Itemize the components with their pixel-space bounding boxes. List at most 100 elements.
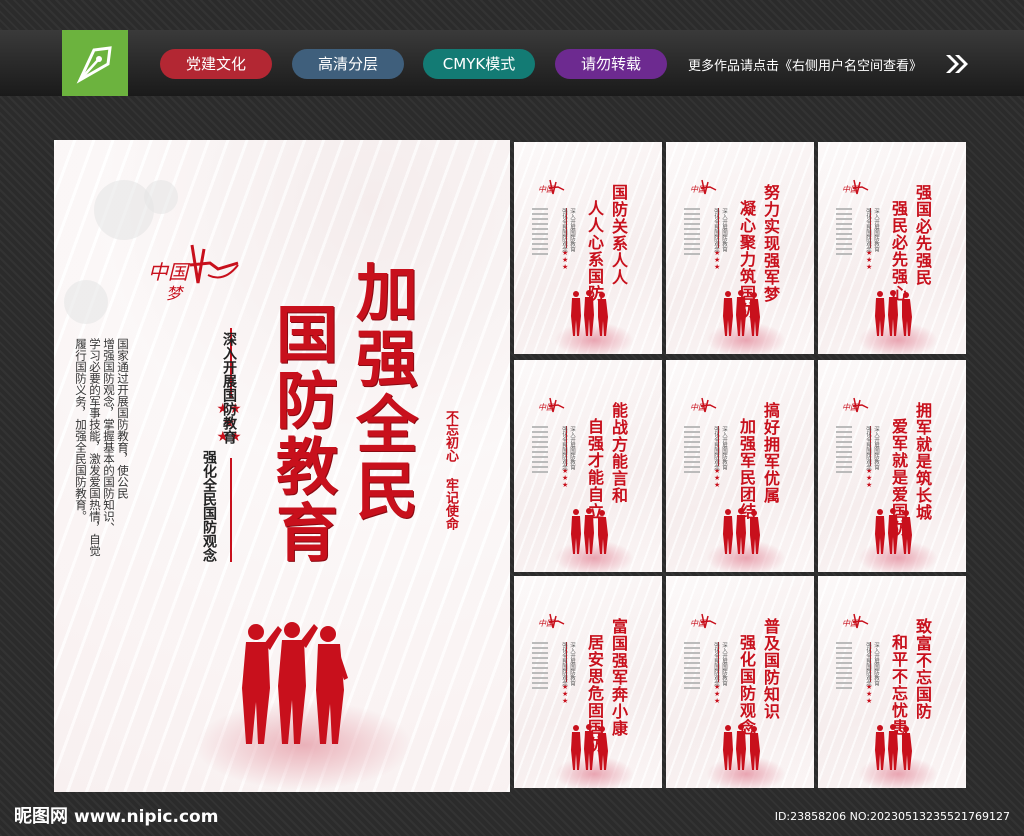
slogan-never-forget: 不忘初心: [443, 410, 458, 462]
saluting-soldiers-icon: [872, 722, 916, 776]
bokeh-circle: [144, 180, 178, 214]
star-decoration: ★ ★ ★: [562, 467, 569, 489]
body-text-lines: [532, 208, 548, 258]
intro-line: 履行国防义务，加强全民国防教育。: [74, 338, 88, 522]
body-text-lines: [836, 426, 852, 476]
china-dream-logo: 中国 梦: [146, 235, 242, 305]
mini-poster-title-line1: 致富不忘国防: [913, 618, 932, 720]
saluting-soldiers-icon: [568, 506, 612, 560]
intro-line: 国家通过开展国防教育，使公民: [116, 338, 130, 499]
mini-poster-title-line2: 强化国防观念: [737, 634, 756, 736]
mini-poster-subtitle: 强化全民国防观念: [713, 208, 719, 252]
pen-nib-icon[interactable]: [62, 30, 128, 96]
star-decoration: ★ ★ ★: [866, 249, 873, 271]
star-decoration: ★ ★ ★: [714, 683, 721, 705]
mini-poster-subtitle: 强化全民国防观念: [865, 642, 871, 686]
tag-cmyk-mode[interactable]: CMYK模式: [423, 49, 535, 79]
main-title-line2: 国防教育: [265, 302, 338, 566]
mini-poster-subtitle: 深入开展国防教育: [721, 208, 727, 252]
mini-poster-title-line1: 能战方能言和: [609, 402, 628, 504]
china-dream-logo: 中国: [842, 178, 870, 204]
mini-poster-subtitle: 强化全民国防观念: [561, 642, 567, 686]
mini-poster-title-line2: 和平不忘忧患: [889, 634, 908, 736]
body-text-lines: [684, 426, 700, 476]
mini-poster-subtitle: 强化全民国防观念: [561, 208, 567, 252]
china-dream-logo: 中国: [538, 396, 566, 422]
china-dream-logo: 中国: [690, 396, 718, 422]
mini-poster-title-line1: 努力实现强军梦: [761, 184, 780, 303]
saluting-soldiers-icon: [568, 722, 612, 776]
main-poster: 中国 梦 加强全民 国防教育 ★★ ★ ★★ 深入开展国防教育 强化全民国防观念 国…: [54, 140, 510, 792]
mini-poster: 中国 能战方能言和 自强才能自立 ★ ★ ★ 深入开展国防教育 强化全民国防观念: [514, 360, 662, 572]
mini-poster-subtitle: 强化全民国防观念: [865, 208, 871, 252]
china-dream-logo: 中国: [538, 612, 566, 638]
china-dream-logo: 中国: [690, 612, 718, 638]
site-url[interactable]: www.nipic.com: [74, 807, 218, 827]
site-watermark: 昵图网 www.nipic.com: [14, 802, 218, 828]
star-decoration: ★ ★ ★: [866, 683, 873, 705]
china-dream-logo: 中国: [842, 396, 870, 422]
tag-no-repost[interactable]: 请勿转载: [555, 49, 667, 79]
body-text-lines: [684, 642, 700, 692]
divider-line: [230, 458, 232, 562]
subtitle-line1: 深入开展国防教育: [221, 332, 237, 444]
star-decoration: ★ ★ ★: [562, 249, 569, 271]
mini-poster: 中国 强国必先强民 强民必先强心 ★ ★ ★ 深入开展国防教育 强化全民国防观念: [818, 142, 966, 354]
mini-poster-title-line2: 自强才能自立: [585, 418, 604, 520]
mini-poster-title-line2: 加强军民团结: [737, 418, 756, 520]
bokeh-circle: [64, 280, 108, 324]
image-id: ID:23858206 NO:20230513235521769127: [774, 810, 1010, 823]
china-dream-logo: 中国: [842, 612, 870, 638]
china-dream-logo: 中国: [538, 178, 566, 204]
mini-poster-subtitle: 强化全民国防观念: [713, 642, 719, 686]
svg-text:中国: 中国: [148, 260, 191, 284]
mini-poster-subtitle: 深入开展国防教育: [721, 426, 727, 470]
body-text-lines: [532, 426, 548, 476]
mini-poster-subtitle: 深入开展国防教育: [873, 426, 879, 470]
mini-poster: 中国 拥军就是筑长城 爱军就是爱国防 ★ ★ ★ 深入开展国防教育 强化全民国防观念: [818, 360, 966, 572]
mini-poster-title-line1: 强国必先强民: [913, 184, 932, 286]
star-decoration: ★ ★ ★: [714, 467, 721, 489]
body-text-lines: [836, 208, 852, 258]
mini-poster: 中国 普及国防知识 强化国防观念 ★ ★ ★ 深入开展国防教育 强化全民国防观念: [666, 576, 814, 788]
saluting-soldiers-icon: [234, 618, 354, 752]
tag-party-culture[interactable]: 党建文化: [160, 49, 272, 79]
intro-line: 增强国防观念，掌握基本的国防知识、: [102, 338, 116, 534]
double-chevron-right-icon[interactable]: [944, 53, 970, 79]
china-dream-logo: 中国: [690, 178, 718, 204]
more-works-link[interactable]: 更多作品请点击《右侧用户名空间查看》: [688, 55, 922, 74]
mini-poster: 中国 富国强军奔小康 居安思危固国防 ★ ★ ★ 深入开展国防教育 强化全民国防观念: [514, 576, 662, 788]
mini-poster: 中国 搞好拥军优属 加强军民团结 ★ ★ ★ 深入开展国防教育 强化全民国防观念: [666, 360, 814, 572]
mini-poster: 中国 国防关系人人 人人心系国防 ★ ★ ★ 深入开展国防教育 强化全民国防观念: [514, 142, 662, 354]
tag-hd-layers[interactable]: 高清分层: [292, 49, 404, 79]
mini-poster-subtitle: 强化全民国防观念: [865, 426, 871, 470]
body-text-lines: [532, 642, 548, 692]
mini-poster-subtitle: 强化全民国防观念: [713, 426, 719, 470]
body-text-lines: [684, 208, 700, 258]
svg-text:梦: 梦: [166, 284, 185, 303]
mini-poster-subtitle: 深入开展国防教育: [569, 208, 575, 252]
intro-paragraph: 国家通过开展国防教育，使公民 增强国防观念，掌握基本的国防知识、 学习必要的军事…: [74, 338, 130, 574]
mini-poster-subtitle: 强化全民国防观念: [561, 426, 567, 470]
saluting-soldiers-icon: [872, 506, 916, 560]
star-decoration: ★ ★ ★: [562, 683, 569, 705]
saluting-soldiers-icon: [720, 722, 764, 776]
mini-poster-subtitle: 深入开展国防教育: [873, 642, 879, 686]
site-name: 昵图网: [14, 806, 68, 827]
star-decoration: ★ ★ ★: [866, 467, 873, 489]
mini-poster: 中国 努力实现强军梦 凝心聚力筑国防 ★ ★ ★ 深入开展国防教育 强化全民国防观念: [666, 142, 814, 354]
mini-poster-title-line1: 拥军就是筑长城: [913, 402, 932, 521]
saluting-soldiers-icon: [720, 506, 764, 560]
mini-poster-title-line2: 强民必先强心: [889, 200, 908, 302]
mini-poster-subtitle: 深入开展国防教育: [569, 426, 575, 470]
mini-poster-subtitle: 深入开展国防教育: [873, 208, 879, 252]
star-decoration: ★ ★ ★: [714, 249, 721, 271]
slogan-mission: 牢记使命: [443, 478, 458, 530]
mini-poster-title-line2: 人人心系国防: [585, 200, 604, 302]
mini-poster-subtitle: 深入开展国防教育: [721, 642, 727, 686]
mini-poster-title-line1: 国防关系人人: [609, 184, 628, 286]
intro-line: 学习必要的军事技能，激发爱国热情，自觉: [88, 338, 102, 557]
saluting-soldiers-icon: [720, 288, 764, 342]
main-title-line1: 加强全民: [345, 260, 418, 524]
mini-poster-subtitle: 深入开展国防教育: [569, 642, 575, 686]
